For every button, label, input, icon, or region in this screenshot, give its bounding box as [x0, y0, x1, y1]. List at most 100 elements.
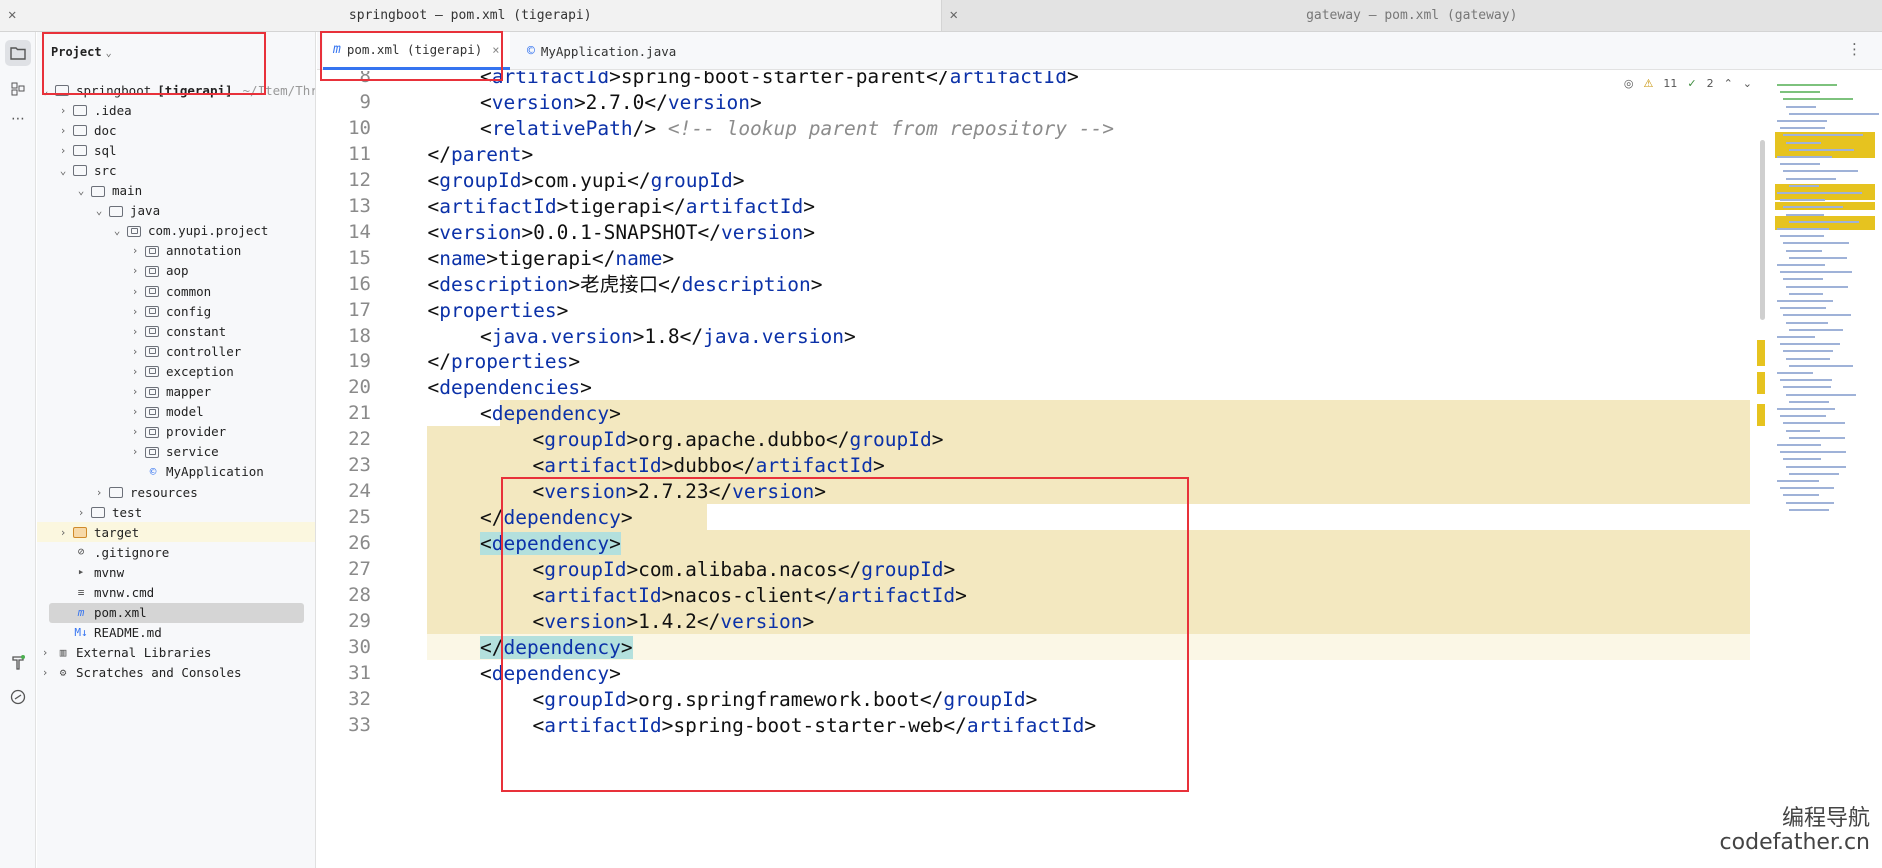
chevron-right-icon[interactable]: › [129, 385, 141, 398]
code-text: < [480, 661, 492, 685]
folder-icon [73, 526, 89, 539]
minimap-line [1789, 436, 1845, 439]
chevron-right-icon[interactable]: › [57, 144, 69, 157]
chevron-right-icon[interactable]: › [129, 325, 141, 338]
code-text: < [480, 402, 492, 426]
code-text: </ [480, 635, 504, 659]
minimap-line [1783, 242, 1849, 245]
tree-item[interactable]: › doc [37, 120, 315, 140]
code-text: >2.7.0</ [573, 90, 668, 114]
tree-item[interactable]: m pom.xml [37, 602, 315, 623]
chevron-right-icon[interactable]: › [57, 104, 69, 117]
chevron-right-icon[interactable]: › [129, 445, 141, 458]
folder-icon [73, 104, 89, 117]
minimap-line [1780, 271, 1852, 274]
chevron-right-icon[interactable]: › [129, 405, 141, 418]
package-icon [145, 305, 161, 318]
chevron-right-icon[interactable]: › [129, 244, 141, 257]
chevron-right-icon[interactable]: › [129, 425, 141, 438]
xml-tag-name: artifactId [491, 71, 610, 88]
chevron-right-icon[interactable]: › [57, 526, 69, 539]
problems-icon[interactable] [5, 684, 31, 710]
tree-item[interactable]: ▸ mvnw [37, 562, 315, 582]
minimap-line [1789, 508, 1829, 511]
chevron-right-icon[interactable]: › [129, 345, 141, 358]
scratch-icon: ⚙ [59, 665, 67, 679]
tree-item[interactable]: › common [37, 281, 315, 301]
tree-item[interactable]: © MyApplication [37, 462, 315, 482]
tree-item[interactable]: › .idea [37, 100, 315, 120]
chevron-right-icon[interactable]: › [129, 365, 141, 378]
chevron-down-icon[interactable]: ⌄ [75, 184, 87, 197]
window-tab-gateway[interactable]: ✕ gateway – pom.xml (gateway) [941, 0, 1882, 31]
minimap-line [1789, 220, 1859, 223]
close-icon[interactable]: ✕ [8, 7, 16, 23]
tree-item[interactable]: › provider [37, 422, 315, 442]
build-icon[interactable] [5, 650, 31, 676]
chevron-down-icon[interactable]: ⌄ [93, 204, 105, 217]
tree-item[interactable]: › ⚙ Scratches and Consoles [37, 663, 315, 683]
minimap-line [1780, 451, 1846, 454]
more-options-icon[interactable]: ⋮ [1847, 40, 1862, 58]
tree-item[interactable]: › target [37, 522, 315, 543]
eye-icon[interactable]: ◎ [1624, 77, 1634, 90]
tree-item[interactable]: ⊘ .gitignore [37, 542, 315, 562]
chevron-right-icon[interactable]: › [129, 264, 141, 277]
code-text: > [810, 272, 823, 296]
chevron-down-icon[interactable]: ⌄ [57, 164, 69, 177]
minimap-line [1786, 393, 1856, 396]
window-tab-springboot[interactable]: ✕ springboot – pom.xml (tigerapi) [0, 0, 942, 31]
chevron-right-icon[interactable]: › [75, 506, 87, 519]
folder-icon [109, 205, 125, 217]
tree-item[interactable]: ⌄ com.yupi.project [37, 221, 315, 241]
maven-icon: m [77, 605, 85, 619]
chevron-right-icon[interactable]: › [39, 646, 51, 659]
chevron-right-icon[interactable]: › [129, 305, 141, 318]
tree-item-label: main [112, 183, 143, 198]
chevron-up-icon[interactable]: ⌃ [1724, 77, 1733, 90]
tree-item-label: MyApplication [166, 464, 264, 480]
tree-item[interactable]: › mapper [37, 382, 315, 402]
more-icon[interactable]: ⋯ [5, 106, 31, 132]
tree-item[interactable]: › resources [37, 482, 315, 502]
chevron-right-icon[interactable]: › [57, 124, 69, 137]
tree-item[interactable]: ⌄ src [37, 160, 315, 180]
tree-item[interactable]: ⌄ java [37, 201, 315, 221]
tree-item[interactable]: M↓ README.md [37, 623, 315, 643]
folder-icon[interactable] [5, 40, 31, 66]
minimap-line [1789, 256, 1847, 259]
package-icon [145, 345, 161, 358]
tab-myapplication[interactable]: © MyApplication.java [517, 32, 686, 70]
tree-item[interactable]: › ▥ External Libraries [37, 643, 315, 663]
tree-item[interactable]: › controller [37, 341, 315, 361]
tree-item[interactable]: › annotation [37, 241, 315, 261]
minimap-line [1783, 170, 1858, 173]
code-text: >tigerapi</ [556, 194, 686, 218]
close-icon[interactable]: ✕ [950, 7, 958, 23]
tree-item[interactable]: › test [37, 502, 315, 522]
chevron-right-icon[interactable]: › [93, 486, 105, 499]
class-icon: © [149, 464, 157, 478]
chevron-right-icon[interactable]: › [129, 285, 141, 298]
structure-icon[interactable] [5, 76, 31, 102]
tree-item[interactable]: › service [37, 442, 315, 462]
chevron-right-icon[interactable]: › [39, 666, 51, 679]
tree-item[interactable]: ≡ mvnw.cmd [37, 583, 315, 603]
editor-tab-bar: m pom.xml (tigerapi) × © MyApplication.j… [317, 32, 1882, 70]
tree-item[interactable]: › constant [37, 321, 315, 341]
xml-tag-name: artifactId [544, 454, 662, 478]
tree-item-label: doc [94, 122, 117, 138]
tree-item[interactable]: › model [37, 402, 315, 422]
tree-item[interactable]: › exception [37, 361, 315, 381]
package-icon [145, 285, 161, 297]
chevron-down-icon[interactable]: ⌄ [111, 224, 123, 237]
code-text: > [662, 246, 675, 270]
code-minimap[interactable] [1765, 80, 1879, 620]
tree-item[interactable]: › config [37, 301, 315, 321]
chevron-down-icon[interactable]: ⌄ [1743, 77, 1752, 90]
tree-item[interactable]: › sql [37, 140, 315, 160]
code-text: < [427, 194, 440, 218]
inspection-widget[interactable]: ◎ ⚠ 11 ✓ 2 ⌃ ⌄ [1624, 77, 1752, 90]
tree-item[interactable]: › aop [37, 261, 315, 281]
tree-item[interactable]: ⌄ main [37, 181, 315, 201]
